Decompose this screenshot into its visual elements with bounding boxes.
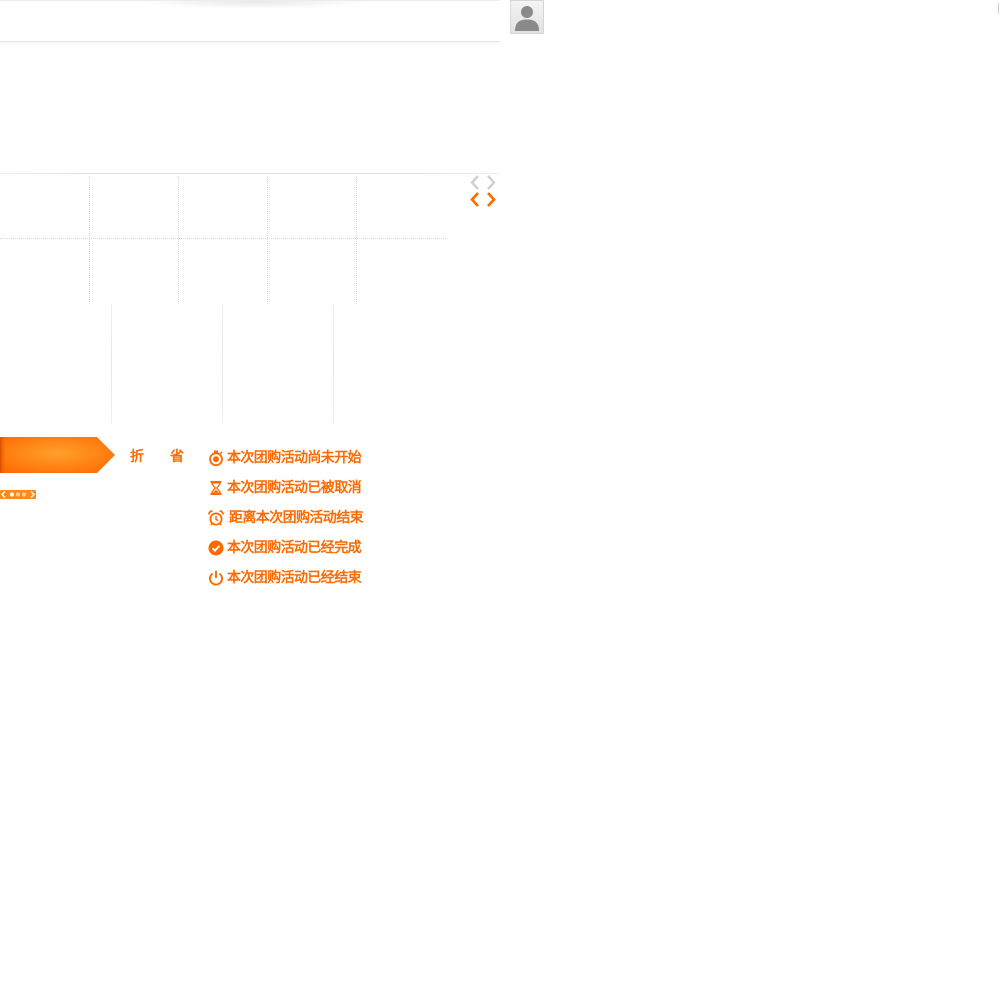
grid-vline <box>178 176 179 304</box>
next-arrow-inactive-icon[interactable] <box>486 175 496 190</box>
grid-vline <box>356 176 357 304</box>
mini-next-icon <box>30 491 35 498</box>
mini-dot-icon <box>10 492 14 497</box>
alarm-clock-icon <box>208 510 224 526</box>
column-line <box>111 304 112 424</box>
mini-dot-icon <box>16 492 20 497</box>
status-ended: 本次团购活动已经结束 <box>208 568 388 598</box>
status-text: 本次团购活动已被取消 <box>227 480 362 496</box>
prev-arrow-inactive-icon[interactable] <box>470 175 480 190</box>
status-text: 本次团购活动已经完成 <box>227 540 362 556</box>
column-separators <box>0 304 446 424</box>
grid-vline <box>89 176 90 304</box>
carousel-arrows <box>466 172 500 212</box>
status-countdown: 距离本次团购活动结束 <box>208 508 388 538</box>
user-silhouette-icon <box>515 6 539 31</box>
ui-sprite-sheet: 折 省 本次团购活动尚未开始 本次团购活动已被取消 距离本次团购活动结束 本次团… <box>0 0 1000 1000</box>
column-line <box>222 304 223 424</box>
mini-dot-icon <box>22 492 26 497</box>
hourglass-icon <box>208 480 224 496</box>
edge-marker <box>998 3 999 14</box>
next-arrow-active-icon[interactable] <box>486 192 496 207</box>
status-text: 本次团购活动尚未开始 <box>227 450 362 466</box>
discount-label: 折 <box>130 449 144 465</box>
dotted-grid <box>0 176 446 304</box>
top-bar-highlight <box>140 1 370 9</box>
prev-arrow-active-icon[interactable] <box>470 192 480 207</box>
grid-hline <box>0 238 446 239</box>
default-avatar[interactable] <box>510 0 544 34</box>
status-not-started: 本次团购活动尚未开始 <box>208 448 388 478</box>
status-cancelled: 本次团购活动已被取消 <box>208 478 388 508</box>
check-circle-icon <box>208 540 224 556</box>
status-text: 距离本次团购活动结束 <box>229 510 364 526</box>
stopwatch-icon <box>208 450 224 466</box>
mini-pager[interactable] <box>0 490 36 499</box>
price-ribbon <box>0 437 116 473</box>
status-completed: 本次团购活动已经完成 <box>208 538 388 568</box>
grid-vline <box>267 176 268 304</box>
group-buy-status-list: 本次团购活动尚未开始 本次团购活动已被取消 距离本次团购活动结束 本次团购活动已… <box>208 448 388 598</box>
status-text: 本次团购活动已经结束 <box>227 570 362 586</box>
save-label: 省 <box>170 449 184 465</box>
column-line <box>333 304 334 424</box>
power-icon <box>208 570 224 586</box>
section-divider <box>0 173 500 174</box>
top-bar <box>0 0 500 42</box>
mini-prev-icon <box>1 491 6 498</box>
